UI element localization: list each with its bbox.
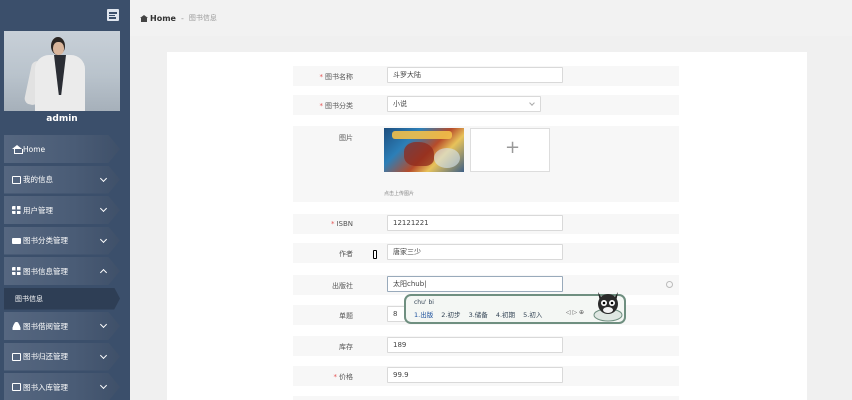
sidebar-item-label: 用户管理 bbox=[23, 205, 53, 215]
ime-candidate[interactable]: 5.初入 bbox=[523, 311, 542, 319]
sidebar-header bbox=[0, 0, 130, 30]
image-label: 图片 bbox=[339, 134, 353, 142]
breadcrumb: Home - 图书信息 bbox=[130, 0, 852, 36]
sidebar-item-return-management[interactable]: 图书归还管理 bbox=[4, 342, 120, 371]
form-row-price: * 价格 99.9 bbox=[293, 366, 679, 386]
avatar bbox=[4, 31, 120, 111]
id-card-icon bbox=[12, 175, 21, 184]
sidebar-item-my-info[interactable]: 我的信息 bbox=[4, 165, 120, 194]
ime-candidate-popup: chu' bi 1.出版 2.初步 3.储备 4.初期 5.初入 ◁ ▷ ⊕ bbox=[404, 292, 626, 324]
sidebar-item-label: Home bbox=[23, 144, 46, 154]
category-label: * 图书分类 bbox=[319, 102, 354, 110]
form-row-next bbox=[293, 396, 679, 400]
grid-icon bbox=[12, 206, 21, 214]
chevron-down-icon bbox=[99, 235, 108, 243]
sidebar-item-label: 图书借阅管理 bbox=[23, 321, 68, 331]
upload-hint: 点击上传图片 bbox=[384, 191, 415, 197]
breadcrumb-current: 图书信息 bbox=[188, 14, 217, 22]
category-select[interactable]: 小说 bbox=[387, 96, 541, 112]
sidebar-item-user-management[interactable]: 用户管理 bbox=[4, 196, 120, 224]
briefcase-icon bbox=[12, 237, 21, 244]
form-row-author: 作者 唐家三少 bbox=[293, 243, 679, 263]
sidebar-subitem-book-info[interactable]: 图书信息 bbox=[4, 287, 120, 310]
publisher-label: 出版社 bbox=[332, 282, 353, 290]
chevron-up-icon bbox=[99, 268, 108, 277]
ime-mascot-icon bbox=[593, 292, 623, 322]
home-icon bbox=[12, 145, 23, 154]
plus-icon: + bbox=[505, 137, 521, 158]
sidebar-item-label: 图书入库管理 bbox=[23, 382, 68, 392]
sidebar-item-label: 图书归还管理 bbox=[23, 352, 68, 361]
id-card-icon bbox=[12, 352, 21, 361]
chart-icon bbox=[12, 383, 21, 391]
form-row-name: * 图书名称 斗罗大陆 bbox=[293, 66, 679, 86]
sidebar-item-home[interactable]: Home bbox=[4, 135, 120, 163]
menu-toggle-icon[interactable] bbox=[107, 9, 119, 21]
chevron-down-icon bbox=[99, 204, 108, 213]
author-label: 作者 bbox=[339, 250, 353, 258]
ime-candidate[interactable]: 1.出版 bbox=[414, 311, 433, 319]
price-label: * 价格 bbox=[333, 373, 354, 381]
sidebar-item-label: 图书分类管理 bbox=[23, 236, 68, 245]
breadcrumb-home[interactable]: Home bbox=[150, 14, 176, 23]
form-row-stock: 库存 189 bbox=[293, 336, 679, 356]
sidebar-menu: Home 我的信息 用户管理 图书分类管理 图书信息管理 图书信息 图书借阅管理 bbox=[4, 135, 120, 400]
home-icon bbox=[140, 14, 148, 22]
isbn-label: * ISBN bbox=[330, 220, 353, 228]
chevron-down-icon bbox=[99, 351, 108, 359]
form-card: * 图书名称 斗罗大陆 * 图书分类 小说 图片 * ISBN 12121221 作者… bbox=[167, 52, 807, 400]
publisher-input[interactable]: 太阳chub| bbox=[387, 276, 563, 292]
ime-candidate[interactable]: 2.初步 bbox=[441, 311, 460, 319]
chevron-down-icon bbox=[99, 381, 108, 390]
book-cover-image[interactable] bbox=[384, 128, 464, 172]
name-input[interactable]: 斗罗大陆 bbox=[387, 67, 563, 83]
chevron-down-icon bbox=[529, 100, 535, 106]
sidebar-item-borrow-management[interactable]: 图书借阅管理 bbox=[4, 312, 120, 340]
chevron-down-icon bbox=[99, 320, 108, 329]
sidebar-subitem-label: 图书信息 bbox=[15, 294, 43, 303]
mouse-cursor-icon bbox=[373, 250, 377, 259]
isbn-input[interactable]: 12121221 bbox=[387, 215, 563, 231]
ime-candidate[interactable]: 3.储备 bbox=[469, 311, 488, 319]
stock-input[interactable]: 189 bbox=[387, 337, 563, 353]
price-input[interactable]: 99.9 bbox=[387, 367, 563, 383]
name-label: * 图书名称 bbox=[319, 73, 354, 81]
user-name: admin bbox=[46, 114, 78, 124]
stock-label: 库存 bbox=[339, 343, 353, 351]
author-input[interactable]: 唐家三少 bbox=[387, 244, 563, 260]
sidebar: admin Home 我的信息 用户管理 图书分类管理 图书信息管理 图书信息 bbox=[0, 0, 130, 400]
ime-page-arrows-icon[interactable]: ◁ ▷ ⊕ bbox=[566, 309, 584, 316]
upload-image-button[interactable]: + bbox=[470, 128, 550, 172]
chevron-down-icon bbox=[99, 174, 108, 182]
sidebar-item-book-info-management[interactable]: 图书信息管理 bbox=[4, 257, 120, 285]
user-icon bbox=[12, 322, 21, 330]
sidebar-item-label: 我的信息 bbox=[23, 175, 53, 184]
ime-candidates: 1.出版 2.初步 3.储备 4.初期 5.初入 bbox=[414, 309, 548, 319]
clear-icon[interactable] bbox=[666, 281, 673, 288]
sidebar-item-category-management[interactable]: 图书分类管理 bbox=[4, 226, 120, 255]
pages-label: 单题 bbox=[339, 312, 353, 320]
breadcrumb-separator: - bbox=[180, 13, 184, 23]
ime-candidate[interactable]: 4.初期 bbox=[496, 311, 515, 319]
sidebar-item-label: 图书信息管理 bbox=[23, 266, 68, 276]
grid-icon bbox=[12, 267, 21, 275]
ime-pinyin: chu' bi bbox=[414, 299, 434, 306]
form-row-isbn: * ISBN 12121221 bbox=[293, 214, 679, 234]
form-row-category: * 图书分类 小说 bbox=[293, 95, 679, 115]
sidebar-item-stock-in-management[interactable]: 图书入库管理 bbox=[4, 373, 120, 400]
